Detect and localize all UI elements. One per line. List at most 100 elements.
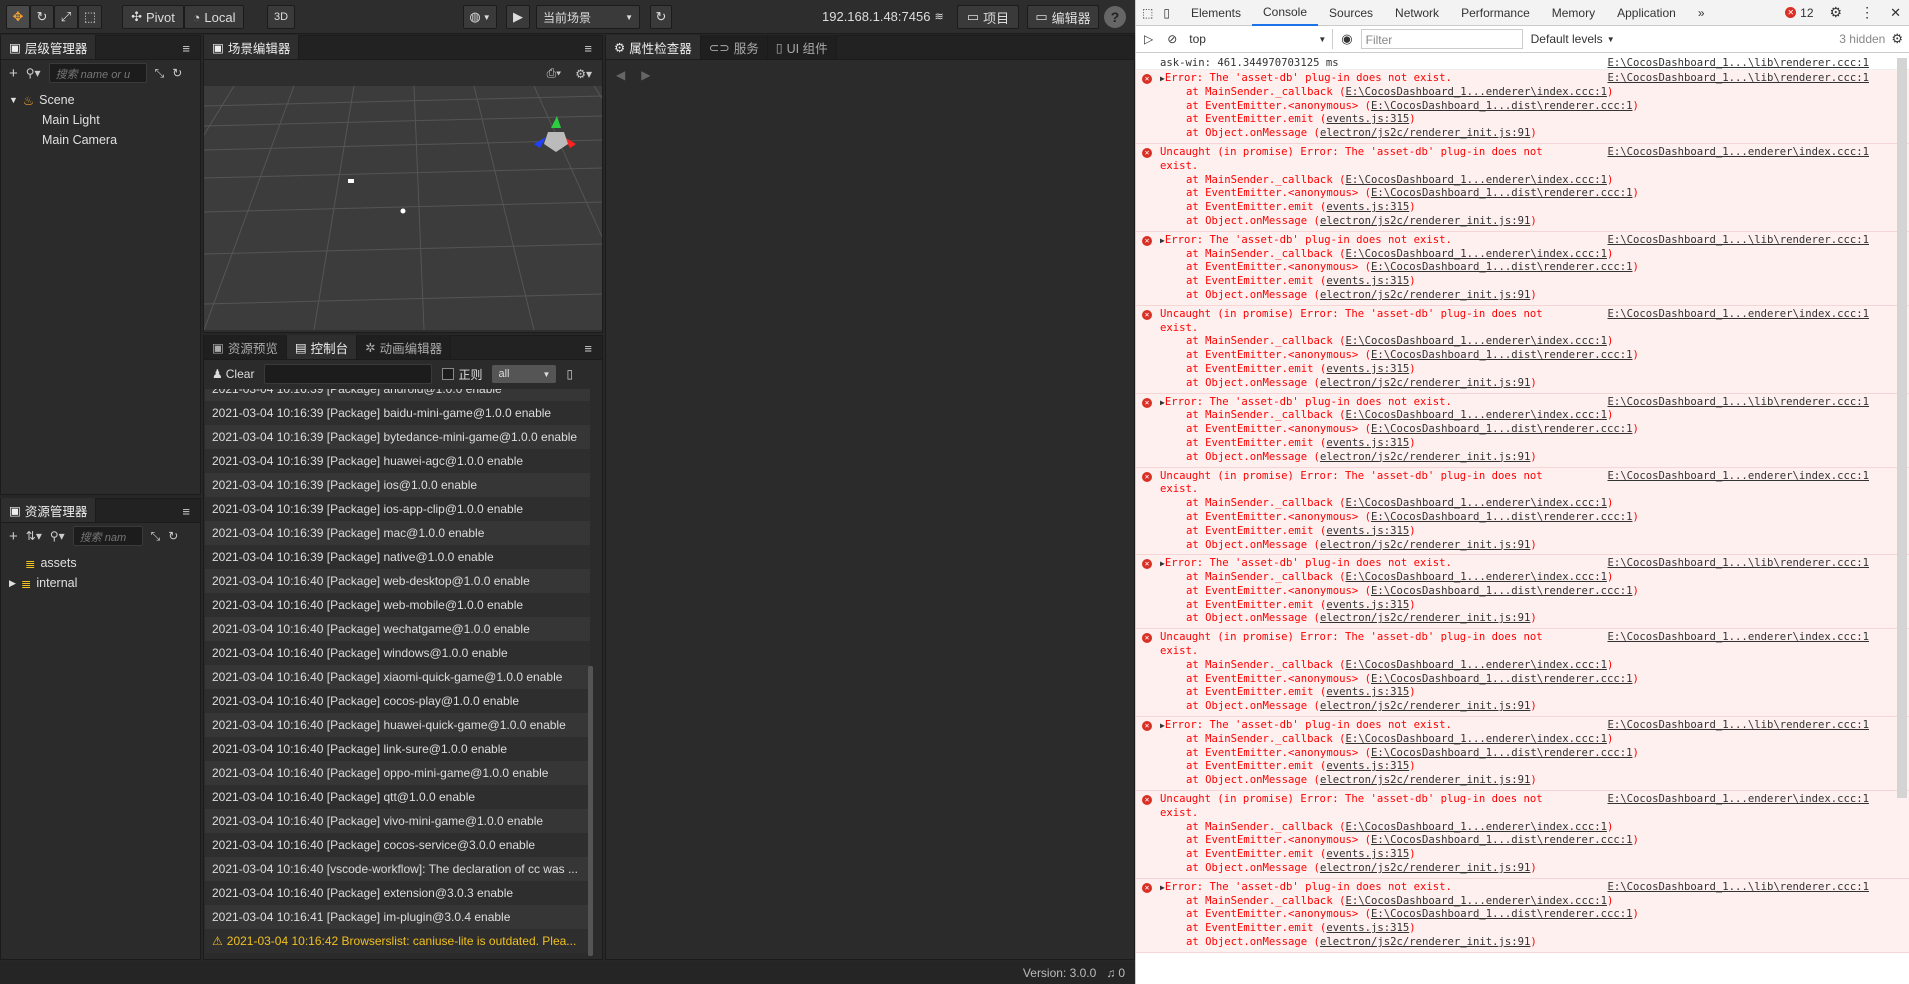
search-icon[interactable]: ⚲▾ — [50, 529, 65, 543]
tab-network[interactable]: Network — [1384, 0, 1450, 26]
stack-link[interactable]: E:\CocosDashboard_1...dist\renderer.ccc:… — [1371, 747, 1633, 759]
add-icon[interactable]: + — [9, 65, 18, 82]
tab-asset-preview[interactable]: ▣ 资源预览 — [204, 335, 287, 359]
refresh-button[interactable]: ↻ — [650, 5, 672, 29]
log-row-warning[interactable]: ⚠ 2021-03-04 10:16:42 Browserslist: caniu… — [205, 929, 590, 953]
stack-link[interactable]: E:\CocosDashboard_1...enderer\index.ccc:… — [1345, 174, 1607, 186]
source-link[interactable]: E:\CocosDashboard_1...\lib\renderer.ccc:… — [1608, 396, 1870, 410]
menu-icon[interactable]: ≡ — [182, 504, 190, 519]
stack-link[interactable]: E:\CocosDashboard_1...dist\renderer.ccc:… — [1371, 511, 1633, 523]
close-icon[interactable]: ✕ — [1882, 5, 1909, 21]
tab-console[interactable]: Console — [1251, 0, 1319, 26]
tab-sources[interactable]: Sources — [1318, 0, 1384, 26]
rotate-tool-button[interactable]: ↻ — [30, 5, 54, 29]
3d-toggle-button[interactable]: 3D — [267, 5, 295, 29]
stack-link[interactable]: E:\CocosDashboard_1...enderer\index.ccc:… — [1345, 497, 1607, 509]
refresh-icon[interactable]: ↻ — [168, 529, 178, 543]
source-link[interactable]: E:\CocosDashboard_1...enderer\index.ccc:… — [1608, 470, 1870, 484]
source-link[interactable]: E:\CocosDashboard_1...\lib\renderer.ccc:… — [1608, 72, 1870, 86]
gear-icon[interactable]: ⚙ — [1820, 4, 1853, 21]
log-row[interactable]: 2021-03-04 10:16:40 [Package] vivo-mini-… — [205, 809, 590, 833]
stack-link[interactable]: E:\CocosDashboard_1...enderer\index.ccc:… — [1345, 335, 1607, 347]
stack-link[interactable]: E:\CocosDashboard_1...dist\renderer.ccc:… — [1371, 261, 1633, 273]
project-button[interactable]: ▭ 项目 — [957, 5, 1019, 29]
menu-icon[interactable]: ≡ — [182, 41, 190, 56]
file-icon[interactable]: ▯ — [566, 367, 573, 381]
notification-button[interactable]: ♫ 0 — [1106, 966, 1125, 980]
stack-link[interactable]: events.js:315 — [1326, 760, 1409, 772]
tab-memory[interactable]: Memory — [1541, 0, 1606, 26]
move-tool-button[interactable]: ✥ — [6, 5, 30, 29]
log-row[interactable]: 2021-03-04 10:16:40 [Package] web-mobile… — [205, 593, 590, 617]
tab-scene-editor[interactable]: ▣ 场景编辑器 — [204, 35, 300, 59]
stack-link[interactable]: events.js:315 — [1326, 275, 1409, 287]
stack-link[interactable]: electron/js2c/renderer_init.js:91 — [1320, 612, 1530, 624]
stack-link[interactable]: E:\CocosDashboard_1...enderer\index.ccc:… — [1345, 86, 1607, 98]
log-row[interactable]: 2021-03-04 10:16:41 [Package] im-plugin@… — [205, 905, 590, 929]
scene-select[interactable]: 当前场景 ▼ — [536, 5, 640, 29]
hierarchy-search-input[interactable]: 搜索 name or u — [48, 63, 147, 83]
stack-link[interactable]: E:\CocosDashboard_1...enderer\index.ccc:… — [1345, 895, 1607, 907]
stack-link[interactable]: E:\CocosDashboard_1...dist\renderer.ccc:… — [1371, 585, 1633, 597]
tab-application[interactable]: Application — [1606, 0, 1687, 26]
rect-tool-button[interactable]: ⬚ — [78, 5, 102, 29]
stack-link[interactable]: E:\CocosDashboard_1...dist\renderer.ccc:… — [1371, 187, 1633, 199]
stack-link[interactable]: E:\CocosDashboard_1...dist\renderer.ccc:… — [1371, 349, 1633, 361]
stack-link[interactable]: E:\CocosDashboard_1...enderer\index.ccc:… — [1345, 659, 1607, 671]
menu-icon[interactable]: ≡ — [584, 341, 592, 356]
refresh-icon[interactable]: ↻ — [172, 66, 182, 80]
back-arrow-icon[interactable]: ◀ — [616, 68, 625, 82]
stack-link[interactable]: events.js:315 — [1326, 525, 1409, 537]
gear-icon[interactable]: ⚙ — [1891, 31, 1909, 47]
log-row[interactable]: 2021-03-04 10:16:39 [Package] baidu-mini… — [205, 401, 590, 425]
assets-search-input[interactable]: 搜索 nam — [72, 526, 143, 546]
stack-link[interactable]: electron/js2c/renderer_init.js:91 — [1320, 862, 1530, 874]
stack-link[interactable]: E:\CocosDashboard_1...enderer\index.ccc:… — [1345, 821, 1607, 833]
stack-link[interactable]: E:\CocosDashboard_1...dist\renderer.ccc:… — [1371, 100, 1633, 112]
stack-link[interactable]: electron/js2c/renderer_init.js:91 — [1320, 774, 1530, 786]
stack-link[interactable]: electron/js2c/renderer_init.js:91 — [1320, 451, 1530, 463]
stack-link[interactable]: E:\CocosDashboard_1...dist\renderer.ccc:… — [1371, 908, 1633, 920]
editor-button[interactable]: ▭ 编辑器 — [1027, 5, 1099, 29]
stack-link[interactable]: events.js:315 — [1326, 363, 1409, 375]
stack-link[interactable]: electron/js2c/renderer_init.js:91 — [1320, 700, 1530, 712]
camera-icon[interactable]: ⎙▾ — [547, 66, 562, 81]
stack-link[interactable]: E:\CocosDashboard_1...enderer\index.ccc:… — [1345, 733, 1607, 745]
tree-item-main-camera[interactable]: Main Camera — [9, 130, 192, 150]
source-link[interactable]: E:\CocosDashboard_1...enderer\index.ccc:… — [1608, 631, 1870, 645]
log-row[interactable]: 2021-03-04 10:16:40 [Package] oppo-mini-… — [205, 761, 590, 785]
log-row[interactable]: 2021-03-04 10:16:39 [Package] bytedance-… — [205, 425, 590, 449]
collapse-icon[interactable]: ⤡ — [155, 66, 165, 81]
kebab-menu-icon[interactable]: ⋮ — [1852, 4, 1882, 21]
tab-performance[interactable]: Performance — [1450, 0, 1541, 26]
sidebar-toggle-icon[interactable]: ▷ — [1136, 32, 1161, 46]
scene-viewport[interactable] — [204, 86, 602, 330]
tree-item-internal[interactable]: ▶ ≣ internal — [9, 573, 192, 593]
log-row[interactable]: 2021-03-04 10:16:40 [Package] wechatgame… — [205, 617, 590, 641]
local-button[interactable]: ◔ Local — [184, 5, 244, 29]
log-row[interactable]: 2021-03-04 10:16:40 [Package] cocos-play… — [205, 689, 590, 713]
stack-link[interactable]: electron/js2c/renderer_init.js:91 — [1320, 377, 1530, 389]
stack-link[interactable]: electron/js2c/renderer_init.js:91 — [1320, 539, 1530, 551]
log-row[interactable]: 2021-03-04 10:16:40 [Package] link-sure@… — [205, 737, 590, 761]
stack-link[interactable]: events.js:315 — [1326, 922, 1409, 934]
console-filter-input[interactable]: Filter — [1360, 29, 1523, 49]
clear-button[interactable]: ♟ Clear — [212, 367, 254, 381]
stack-link[interactable]: E:\CocosDashboard_1...dist\renderer.ccc:… — [1371, 423, 1633, 435]
log-level-select[interactable]: all ▼ — [492, 365, 557, 383]
stack-link[interactable]: E:\CocosDashboard_1...enderer\index.ccc:… — [1345, 571, 1607, 583]
source-link[interactable]: E:\CocosDashboard_1...\lib\renderer.ccc:… — [1608, 234, 1870, 248]
gear-icon[interactable]: ⚙▾ — [575, 67, 592, 81]
log-row[interactable]: 2021-03-04 10:16:40 [Package] qtt@1.0.0 … — [205, 785, 590, 809]
stack-link[interactable]: events.js:315 — [1326, 437, 1409, 449]
scale-tool-button[interactable]: ⤢ — [54, 5, 78, 29]
collapse-icon[interactable]: ⤡ — [151, 529, 161, 544]
log-row[interactable]: 2021-03-04 10:16:40 [Package] web-deskto… — [205, 569, 590, 593]
log-row[interactable]: 2021-03-04 10:16:40 [Package] extension@… — [205, 881, 590, 905]
log-row[interactable]: 2021-03-04 10:16:40 [Package] xiaomi-qui… — [205, 665, 590, 689]
tab-assets[interactable]: ▣ 资源管理器 — [1, 498, 97, 522]
add-icon[interactable]: + — [9, 528, 18, 545]
source-link[interactable]: E:\CocosDashboard_1...\lib\renderer.ccc:… — [1608, 56, 1870, 70]
menu-icon[interactable]: ≡ — [584, 41, 592, 56]
log-row[interactable]: 2021-03-04 10:16:39 [Package] android@1.… — [205, 389, 590, 401]
